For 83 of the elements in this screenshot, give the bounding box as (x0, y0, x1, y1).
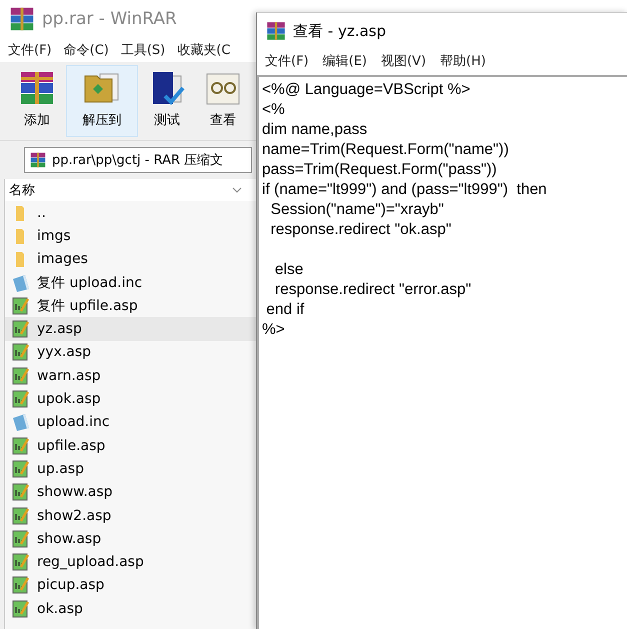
file-name: yz.asp (37, 321, 82, 338)
books-icon (29, 151, 47, 169)
file-row[interactable]: yz.asp (5, 317, 256, 341)
file-name: 复件 upload.inc (37, 274, 142, 292)
file-row[interactable]: ok.asp (5, 597, 256, 620)
file-name: imgs (37, 228, 71, 244)
file-name: yyx.asp (37, 344, 92, 360)
file-row[interactable]: upok.asp (5, 387, 256, 411)
path-field[interactable]: pp.rar\pp\gctj - RAR 压缩文 (24, 147, 252, 173)
script-file-icon (12, 319, 30, 340)
file-row[interactable]: reg_upload.asp (5, 550, 256, 574)
code-line: end if (265, 301, 304, 318)
file-row[interactable]: up.asp (5, 457, 256, 481)
menu-item[interactable]: 收藏夹(C (177, 41, 230, 59)
file-row[interactable]: show2.asp (5, 504, 256, 528)
script-file-icon (12, 436, 30, 456)
toolbar-button[interactable]: 添加 (10, 65, 64, 137)
script-file-icon (12, 389, 30, 410)
code-line: response.redirect "error.asp" (274, 281, 472, 298)
file-icon (11, 412, 31, 432)
script-file-icon (12, 296, 30, 316)
file-name: show.asp (37, 530, 102, 547)
code-line: <%@ Language=VBScript %> (262, 81, 470, 98)
file-row[interactable]: 复件 upload.inc (5, 270, 256, 294)
file-row[interactable]: images (5, 248, 256, 271)
script-file-icon (12, 598, 30, 619)
file-row[interactable]: yyx.asp (5, 340, 256, 364)
script-file-icon (12, 528, 30, 549)
file-name: upfile.asp (37, 438, 106, 454)
code-line: name=Trim(Request.Form("name")) (262, 141, 509, 158)
file-icon (11, 272, 31, 293)
script-file-icon (12, 575, 30, 596)
file-name: ok.asp (37, 600, 83, 617)
chevron-icon (232, 187, 242, 193)
file-row[interactable]: upload.inc (5, 410, 256, 434)
code-line: <% (262, 101, 285, 118)
menu-item[interactable]: 工具(S) (120, 41, 166, 59)
script-file-icon (12, 482, 30, 502)
column-header[interactable]: 名称 (5, 179, 256, 201)
file-name: picup.asp (37, 577, 104, 594)
file-row[interactable]: imgs (5, 224, 256, 248)
menu-item[interactable]: 命令(C) (64, 41, 109, 59)
code-line: pass=Trim(Request.Form("pass")) (262, 161, 497, 178)
file-name: warn.asp (37, 368, 101, 384)
toolbar-button[interactable]: 解压到 (66, 65, 138, 137)
file-row[interactable]: .. (5, 201, 256, 224)
menu-item[interactable]: 编辑(E) (322, 52, 367, 70)
toolbar-button[interactable]: 测试 (140, 65, 194, 137)
code-line: if (name="lt999") and (pass="lt999") then (262, 181, 547, 198)
books-icon (8, 5, 36, 33)
file-name: reg_upload.asp (37, 554, 144, 570)
menu-item[interactable]: 文件(F) (265, 52, 309, 70)
file-row[interactable]: warn.asp (5, 364, 256, 388)
toolbar-button[interactable]: 查看 (196, 65, 250, 137)
menu-item[interactable]: 帮助(H) (440, 52, 486, 70)
code-line: dim name,pass (262, 121, 368, 138)
file-name: upload.inc (37, 414, 110, 430)
script-file-icon (12, 366, 30, 386)
script-file-icon (12, 342, 30, 362)
code-line: response.redirect "ok.asp" (270, 221, 452, 238)
script-file-icon (12, 458, 30, 479)
script-file-icon (12, 552, 30, 572)
code-line: else (274, 261, 304, 278)
file-name: 复件 upfile.asp (37, 296, 138, 315)
code-line: %> (262, 321, 285, 338)
code-line: Session("name")="xrayb" (270, 201, 444, 218)
file-name: show2.asp (37, 508, 112, 524)
file-name: images (37, 251, 88, 268)
file-row[interactable]: 复件 upfile.asp (5, 294, 256, 318)
file-row[interactable]: picup.asp (5, 574, 256, 598)
window-title: 查看 - yz.asp (293, 22, 386, 40)
file-row[interactable]: showw.asp (5, 480, 256, 504)
books-icon (265, 20, 287, 42)
file-name: up.asp (37, 460, 84, 477)
menu-item[interactable]: 视图(V) (380, 52, 426, 70)
file-row[interactable]: show.asp (5, 527, 256, 550)
script-file-icon (12, 506, 30, 526)
file-name: upok.asp (37, 391, 101, 408)
menu-item[interactable]: 文件(F) (8, 41, 52, 59)
file-name: showw.asp (37, 484, 113, 500)
file-row[interactable]: upfile.asp (5, 434, 256, 458)
window-title: pp.rar - WinRAR (42, 9, 177, 29)
file-name: .. (37, 204, 46, 221)
